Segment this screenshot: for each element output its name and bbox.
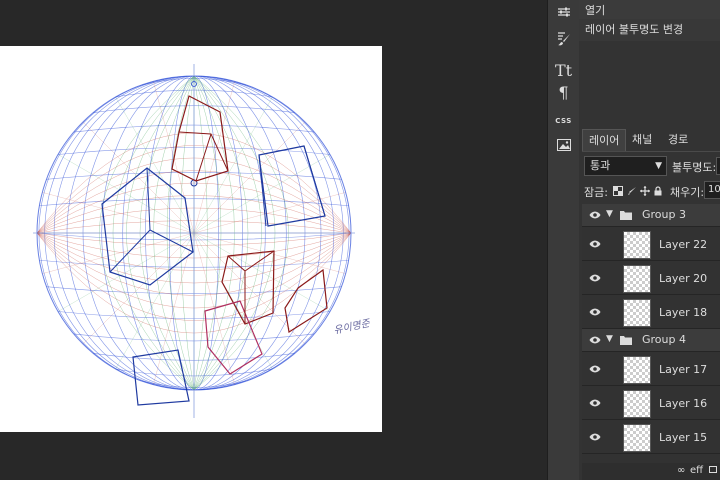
layer-name: Layer 15 (659, 431, 708, 444)
link-icon[interactable]: ∞ (677, 465, 685, 476)
lock-position-icon[interactable] (640, 186, 650, 196)
blend-mode-select[interactable]: 통과 ▼ (584, 156, 667, 176)
layers-panel-footer: ∞ eff (582, 463, 720, 480)
eye-icon[interactable] (589, 364, 601, 374)
layer-thumbnail (623, 231, 651, 259)
lock-pixels-icon[interactable] (627, 186, 637, 196)
layer-name: Layer 20 (659, 272, 708, 285)
layer-thumbnail (623, 356, 651, 384)
layer-group-row[interactable]: ▼ Group 4 (582, 329, 720, 352)
chevron-down-icon[interactable]: ▼ (606, 334, 613, 344)
tab-channels[interactable]: 채널 (626, 129, 658, 151)
layer-thumbnail (623, 390, 651, 418)
lock-label: 잠금: (584, 186, 608, 199)
layer-row[interactable]: Layer 15 (582, 420, 720, 454)
folder-icon (620, 211, 632, 220)
layer-row[interactable]: Layer 22 (582, 227, 720, 261)
layer-name: Layer 22 (659, 238, 708, 251)
canvas-area[interactable]: 유이명준 (0, 0, 547, 480)
layer-name: Layer 18 (659, 306, 708, 319)
layer-row[interactable]: Layer 18 (582, 295, 720, 329)
brush-icon[interactable] (548, 27, 579, 51)
folder-icon (620, 336, 632, 345)
layer-row[interactable]: Layer 20 (582, 261, 720, 295)
css-icon[interactable]: CSS (548, 109, 579, 133)
lock-transparent-icon[interactable] (613, 186, 623, 196)
box-pink-bottom (204, 300, 263, 375)
layer-thumbnail (623, 299, 651, 327)
layer-row[interactable]: Layer 16 (582, 386, 720, 420)
eye-icon[interactable] (589, 432, 601, 442)
layer-name: Layer 17 (659, 363, 708, 376)
fx-icon[interactable]: eff (690, 465, 703, 476)
mask-icon[interactable] (709, 466, 717, 473)
tab-layers[interactable]: 레이어 (582, 129, 627, 151)
layer-group-row[interactable]: ▼ Group 3 (582, 204, 720, 227)
opacity-label: 불투명도: (672, 161, 717, 174)
layer-thumbnail (623, 265, 651, 293)
fill-label: 채우기: (670, 186, 705, 199)
document-canvas[interactable]: 유이명준 (0, 46, 382, 432)
history-item-opacity-change[interactable]: 레이어 불투명도 변경 (579, 19, 720, 41)
fill-field[interactable]: 100 (704, 181, 720, 199)
layers-list: ▼ Group 3 Layer 22 Layer 20 Layer 18 ▼ Group 4… (582, 204, 720, 480)
panel-toolstrip: Tt ¶ CSS (547, 0, 580, 480)
lock-all-icon[interactable] (653, 186, 663, 196)
layers-panel-tabs: 레이어 채널 경로 (582, 129, 720, 152)
eye-icon[interactable] (589, 307, 601, 317)
eye-icon[interactable] (589, 273, 601, 283)
opacity-field[interactable] (716, 157, 720, 175)
eye-icon[interactable] (589, 239, 601, 249)
image-icon[interactable] (548, 133, 579, 157)
paragraph-icon[interactable]: ¶ (548, 80, 579, 104)
layer-name: Layer 16 (659, 397, 708, 410)
layer-group-name: Group 3 (642, 208, 686, 221)
layer-row[interactable]: Layer 17 (582, 352, 720, 386)
layer-group-name: Group 4 (642, 333, 686, 346)
tab-paths[interactable]: 경로 (662, 129, 694, 151)
eye-icon[interactable] (589, 335, 601, 345)
sliders-icon[interactable] (548, 0, 579, 24)
layer-thumbnail (623, 424, 651, 452)
text-tool-icon[interactable]: Tt (548, 58, 579, 82)
chevron-down-icon: ▼ (655, 161, 662, 171)
eye-icon[interactable] (589, 210, 601, 220)
eye-icon[interactable] (589, 398, 601, 408)
sphere-drawing (33, 64, 355, 418)
chevron-down-icon[interactable]: ▼ (606, 209, 613, 219)
